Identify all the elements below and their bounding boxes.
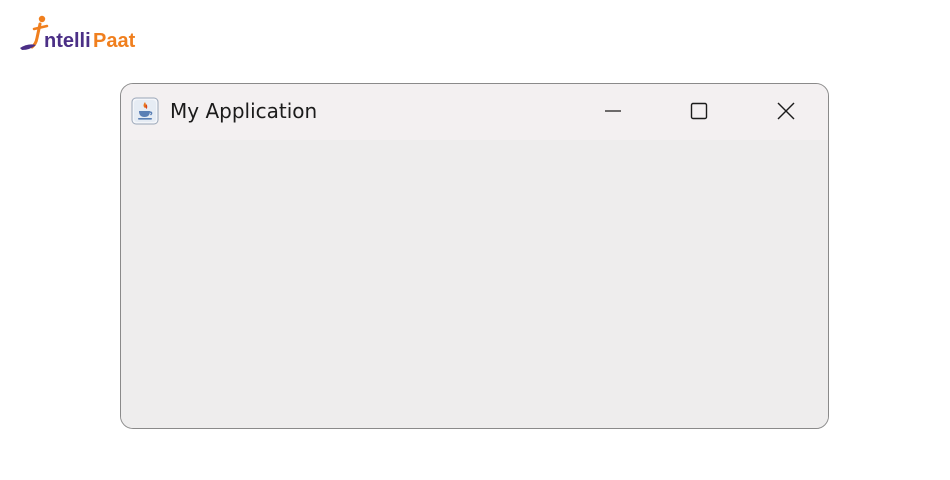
window-content-area <box>121 140 828 428</box>
maximize-button[interactable] <box>676 94 722 128</box>
minimize-icon <box>605 110 621 112</box>
intellipaat-logo: ntelli Paat <box>18 10 140 54</box>
app-window: My Application <box>120 83 829 429</box>
logo-mark-icon: ntelli Paat <box>20 15 136 52</box>
svg-text:ntelli: ntelli <box>44 30 91 52</box>
window-title: My Application <box>170 99 318 123</box>
maximize-icon <box>690 102 708 120</box>
svg-text:Paat: Paat <box>93 30 136 52</box>
close-button[interactable] <box>763 94 809 128</box>
page: ntelli Paat My Application <box>0 0 950 480</box>
title-bar[interactable]: My Application <box>121 84 828 140</box>
java-app-icon <box>131 97 159 125</box>
close-icon <box>777 102 795 120</box>
minimize-button[interactable] <box>590 94 636 128</box>
